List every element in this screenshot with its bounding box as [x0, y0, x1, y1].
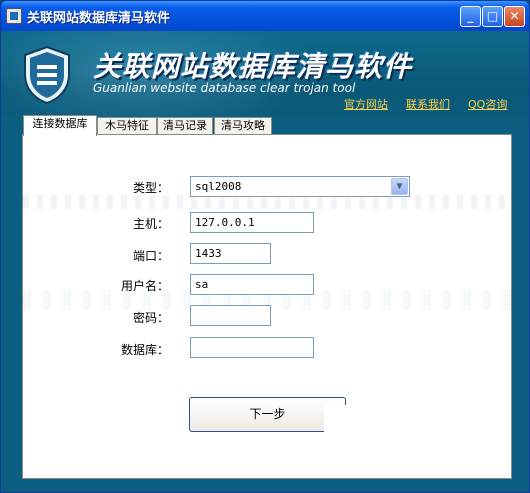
overlay-patch [324, 405, 382, 449]
link-contact-us[interactable]: 联系我们 [406, 96, 450, 112]
tab-connect-database[interactable]: 连接数据库 [23, 115, 97, 136]
username-field[interactable]: sa [190, 274, 314, 295]
username-label: 用户名： [120, 279, 169, 293]
host-label: 主机： [132, 217, 169, 231]
header-links: 官方网站 联系我们 QQ咨询 [1, 96, 529, 112]
host-field[interactable]: 127.0.0.1 [190, 212, 314, 233]
type-select-value: sql2008 [195, 180, 242, 193]
connect-database-panel: 类型： sql2008 ▼ 主机： 127.0.0.1 端口： 1433 用户名… [22, 134, 512, 479]
banner-title: 关联网站数据库清马软件 [93, 50, 413, 83]
maximize-button[interactable]: □ [482, 6, 503, 27]
panel-texture [23, 195, 511, 209]
minimize-button[interactable]: _ [460, 6, 481, 27]
database-label: 数据库： [120, 343, 169, 357]
port-field[interactable]: 1433 [190, 243, 271, 264]
next-button[interactable]: 下一步 [189, 397, 346, 432]
password-field[interactable] [190, 305, 271, 326]
tab-clean-log[interactable]: 清马记录 [157, 117, 213, 135]
tab-trojan-signatures[interactable]: 木马特征 [97, 117, 157, 135]
chevron-down-icon[interactable]: ▼ [391, 178, 408, 195]
app-icon[interactable] [6, 8, 22, 24]
close-button[interactable]: ✕ [504, 6, 525, 27]
database-field[interactable] [190, 337, 314, 358]
banner-subtitle: Guanlian website database clear trojan t… [93, 81, 356, 95]
link-qq-consult[interactable]: QQ咨询 [468, 96, 507, 112]
link-official-site[interactable]: 官方网站 [344, 96, 388, 112]
port-label: 端口： [132, 249, 169, 263]
type-select[interactable]: sql2008 ▼ [190, 176, 410, 197]
app-window: 关联网站数据库清马软件 _ □ ✕ 关联网站数据库清马软件 Guanlian w… [0, 0, 530, 493]
password-label: 密码： [132, 311, 169, 325]
window-title: 关联网站数据库清马软件 [27, 11, 171, 26]
type-label: 类型： [132, 181, 169, 195]
tab-clean-guide[interactable]: 清马攻略 [214, 117, 272, 135]
title-bar[interactable]: 关联网站数据库清马软件 _ □ ✕ [1, 1, 529, 31]
